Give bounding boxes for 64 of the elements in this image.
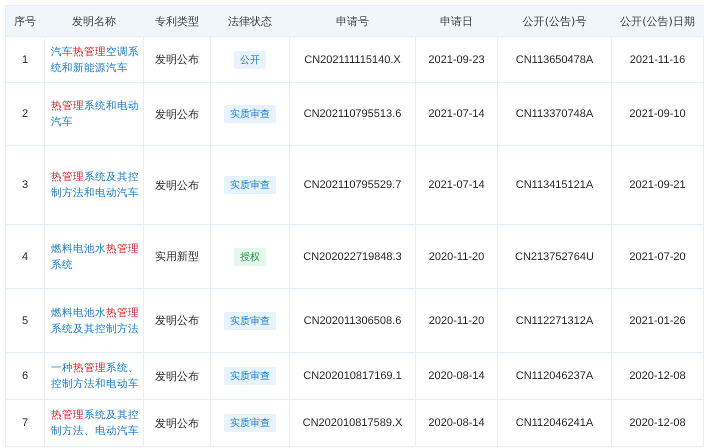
publication-number: CN112271312A [516, 314, 594, 326]
row-number: 1 [22, 54, 28, 66]
publication-number: CN113370748A [516, 108, 594, 120]
publication-number: CN113650478A [516, 54, 594, 66]
patent-type: 实用新型 [155, 250, 199, 264]
row-number: 6 [22, 370, 28, 382]
application-number: CN202110795513.6 [304, 108, 402, 120]
row-number: 5 [22, 314, 28, 326]
legal-status-tag: 公开 [234, 50, 266, 68]
patent-type: 发明公布 [155, 416, 199, 430]
patent-type: 发明公布 [155, 370, 199, 384]
publication-date: 2021-01-26 [629, 314, 686, 326]
application-date: 2021-07-14 [428, 108, 485, 120]
application-date: 2020-08-14 [428, 417, 485, 429]
publication-date: 2021-11-16 [630, 54, 686, 66]
publication-date: 2021-09-21 [629, 179, 686, 191]
patent-title-link[interactable]: 汽车热管理空调系统和新能源汽车 [51, 44, 139, 76]
publication-date: 2021-09-10 [629, 108, 686, 120]
row-number: 2 [22, 108, 28, 120]
application-date: 2021-07-14 [428, 179, 485, 191]
patent-title-link[interactable]: 燃料电池水热管理 系统 [51, 240, 139, 272]
patent-title-link[interactable]: 燃料电池水热管理 系统及其控制方法 [51, 304, 139, 336]
column-header: 法律状态 [211, 6, 290, 37]
patent-type: 发明公布 [155, 108, 199, 122]
publication-date: 2020-12-08 [629, 417, 686, 429]
publication-number: CN112046237A [516, 370, 594, 382]
column-header: 发明名称 [45, 6, 144, 37]
legal-status-tag: 实质审查 [224, 414, 276, 432]
patent-title-link[interactable]: 一种热管理系统、控制方法和电动车 [51, 360, 139, 392]
legal-status-tag: 授权 [234, 248, 266, 266]
application-number: CN202110795529.7 [304, 179, 402, 191]
patent-title-link[interactable]: 热管理系统和电动汽车 [51, 98, 139, 130]
application-number: CN202011306508.6 [304, 314, 402, 326]
column-header: 申请日 [416, 6, 498, 37]
publication-number: CN213752764U [515, 250, 594, 262]
row-number: 3 [22, 179, 28, 191]
patent-type: 发明公布 [155, 178, 199, 192]
patent-type: 发明公布 [155, 314, 199, 328]
publication-date: 2021-07-20 [629, 250, 686, 262]
application-date: 2020-08-14 [428, 370, 485, 382]
publication-date: 2020-12-08 [629, 370, 686, 382]
application-number: CN202022719848.3 [303, 250, 402, 262]
legal-status-tag: 实质审查 [224, 105, 276, 123]
column-header: 专利类型 [144, 6, 211, 37]
application-number: CN202111115140.X [304, 54, 401, 66]
legal-status-tag: 实质审查 [224, 176, 276, 194]
application-date: 2020-11-20 [428, 314, 484, 326]
patent-type: 发明公布 [155, 53, 199, 67]
column-header: 公开(公告)日期 [612, 6, 704, 37]
patent-title-link[interactable]: 热管理系统及其控制方法、电动汽车 [51, 407, 139, 439]
application-date: 2020-11-20 [428, 250, 484, 262]
application-number: CN202010817589.X [302, 417, 402, 429]
column-header: 序号 [6, 6, 45, 37]
patent-title-link[interactable]: 热管理系统及其控制方法和电动汽车 [51, 169, 139, 201]
publication-number: CN113415121A [516, 179, 594, 191]
publication-number: CN112046241A [516, 417, 594, 429]
column-header: 申请号 [290, 6, 416, 37]
legal-status-tag: 实质审查 [224, 367, 276, 385]
row-number: 4 [22, 250, 28, 262]
row-number: 7 [22, 417, 28, 429]
application-date: 2021-09-23 [428, 54, 485, 66]
application-number: CN202010817169.1 [303, 370, 402, 382]
legal-status-tag: 实质审查 [224, 312, 276, 330]
column-header: 公开(公告)号 [498, 6, 612, 37]
